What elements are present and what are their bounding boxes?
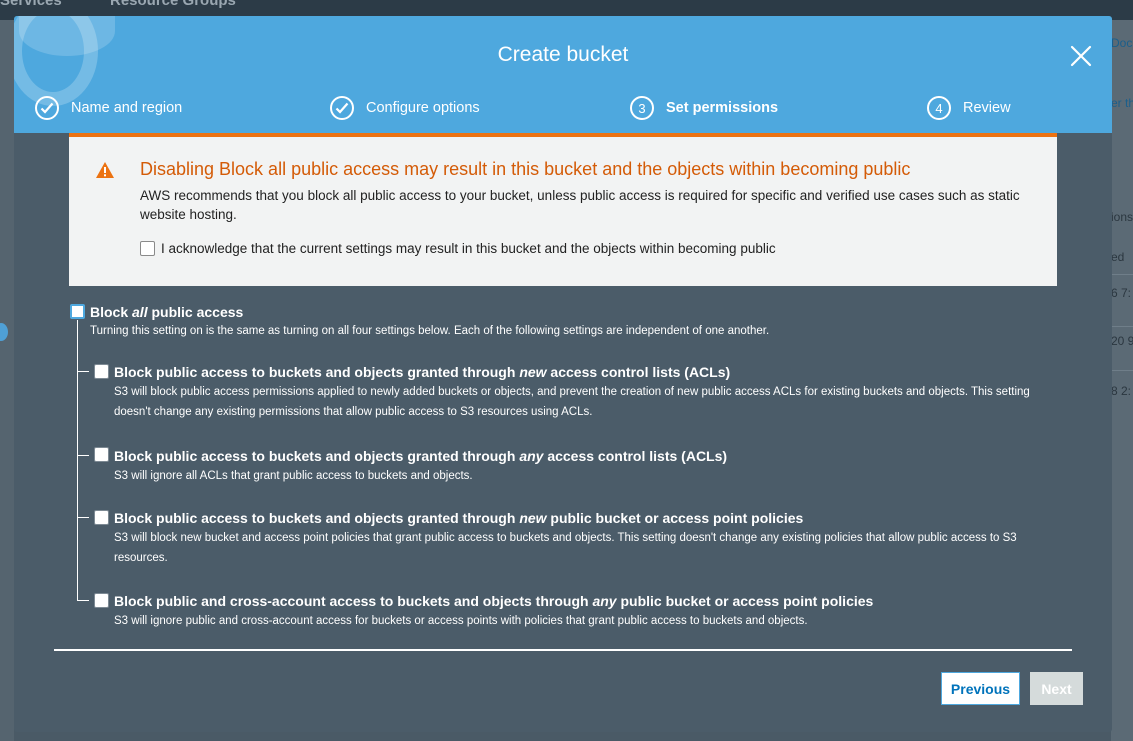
next-button[interactable]: Next [1030, 672, 1083, 705]
tree-connector [77, 320, 78, 600]
acknowledge-label: I acknowledge that the current settings … [161, 241, 776, 256]
warning-body: AWS recommends that you block all public… [140, 188, 1020, 222]
background-fragment: 20 9 [1111, 334, 1133, 348]
warning-triangle-icon [96, 162, 114, 178]
tree-connector [77, 455, 89, 456]
footer-divider [54, 649, 1072, 651]
step-label: Review [963, 100, 1011, 116]
block-any-acls-description: S3 will ignore all ACLs that grant publi… [114, 470, 473, 482]
create-bucket-modal: Create bucket Name and region Configure … [14, 16, 1112, 732]
tree-connector [77, 517, 89, 518]
warning-title: Disabling Block all public access may re… [140, 159, 911, 179]
modal-header: Create bucket Name and region Configure … [14, 16, 1112, 133]
wizard-steps: Name and region Configure options 3 Set … [14, 94, 1112, 122]
block-new-acls-checkbox[interactable] [94, 364, 109, 379]
step-number: 3 [630, 96, 654, 120]
step-number: 4 [927, 96, 951, 120]
close-icon[interactable] [1070, 45, 1092, 67]
block-any-acls-checkbox[interactable] [94, 447, 109, 462]
step-label: Configure options [366, 100, 480, 116]
background-right-panel: Doc er th ions ed 6 7: 20 9 8 2: [1111, 20, 1133, 741]
block-new-acls-description: S3 will block public access permissions … [114, 386, 1030, 418]
background-row-divider [1111, 370, 1133, 371]
background-fragment: Doc [1111, 36, 1133, 50]
tree-connector [77, 600, 89, 601]
background-row-divider [1111, 326, 1133, 327]
tree-connector [77, 371, 89, 372]
background-nav-resource-groups: Resource Groups [110, 0, 236, 9]
block-all-public-access-title: Block all public access [90, 304, 244, 320]
block-new-acls-title: Block public access to buckets and objec… [114, 364, 731, 380]
public-access-warning: Disabling Block all public access may re… [69, 133, 1057, 286]
block-all-public-access-description: Turning this setting on is the same as t… [90, 325, 770, 337]
step-label: Name and region [71, 100, 183, 116]
block-new-policies-title: Block public access to buckets and objec… [114, 510, 804, 526]
check-circle-icon [330, 96, 354, 120]
step-label: Set permissions [666, 100, 779, 116]
block-cross-account-policies-title: Block public and cross-account access to… [114, 593, 874, 609]
background-row-divider [1111, 274, 1133, 275]
block-all-public-access-checkbox[interactable] [70, 304, 85, 319]
modal-title: Create bucket [497, 43, 629, 66]
acknowledge-checkbox[interactable] [140, 241, 155, 256]
block-cross-account-policies-checkbox[interactable] [94, 593, 109, 608]
block-any-acls-title: Block public access to buckets and objec… [114, 448, 728, 464]
background-nav-services: Services [0, 0, 62, 9]
background-fragment: 6 7: [1111, 286, 1132, 300]
step-review[interactable]: 4 Review [927, 94, 1011, 122]
block-new-policies-checkbox[interactable] [94, 510, 109, 525]
previous-button[interactable]: Previous [941, 672, 1020, 705]
background-fragment: er th [1111, 96, 1133, 110]
background-fragment: ions [1111, 210, 1133, 224]
step-set-permissions[interactable]: 3 Set permissions [630, 94, 778, 122]
background-fragment: ed [1111, 250, 1125, 264]
block-new-policies-description: S3 will block new bucket and access poin… [114, 532, 1017, 564]
background-fragment: 8 2: [1111, 384, 1132, 398]
step-name-and-region[interactable]: Name and region [35, 94, 182, 122]
block-cross-account-policies-description: S3 will ignore public and cross-account … [114, 615, 808, 627]
check-circle-icon [35, 96, 59, 120]
step-configure-options[interactable]: Configure options [330, 94, 480, 122]
acknowledge-row[interactable]: I acknowledge that the current settings … [140, 241, 776, 256]
background-left-panel [0, 20, 14, 741]
